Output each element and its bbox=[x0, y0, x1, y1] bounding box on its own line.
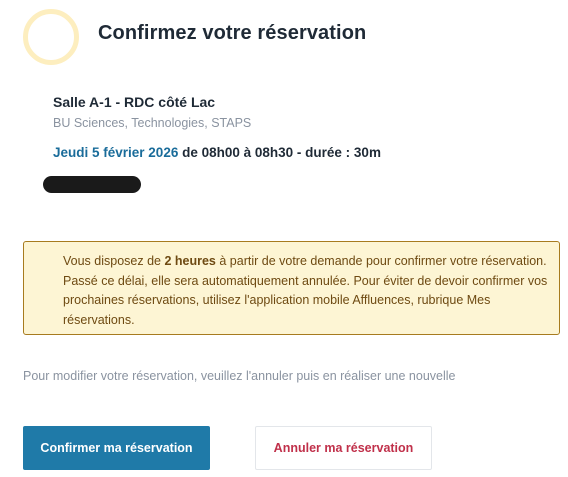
modify-hint-text: Pour modifier votre réservation, veuille… bbox=[23, 369, 456, 383]
reservation-time-duration: de 08h00 à 08h30 - durée : 30m bbox=[178, 145, 381, 160]
room-name: Salle A-1 - RDC côté Lac bbox=[53, 94, 216, 110]
reservation-confirmation-page: Confirmez votre réservation Salle A-1 - … bbox=[0, 0, 568, 477]
notice-deadline-highlight: 2 heures bbox=[164, 254, 216, 268]
page-title: Confirmez votre réservation bbox=[98, 22, 367, 44]
confirmation-deadline-notice: Vous disposez de 2 heures à partir de vo… bbox=[23, 241, 560, 335]
reservation-datetime: Jeudi 5 février 2026 de 08h00 à 08h30 - … bbox=[53, 145, 381, 160]
notice-text-prefix: Vous disposez de bbox=[63, 254, 165, 268]
loading-ring-icon bbox=[23, 9, 79, 65]
library-name: BU Sciences, Technologies, STAPS bbox=[53, 116, 252, 130]
cancel-reservation-button[interactable]: Annuler ma réservation bbox=[255, 426, 432, 470]
reservation-date: Jeudi 5 février 2026 bbox=[53, 145, 179, 160]
confirm-reservation-button[interactable]: Confirmer ma réservation bbox=[23, 426, 210, 470]
redacted-user-info bbox=[43, 176, 141, 193]
